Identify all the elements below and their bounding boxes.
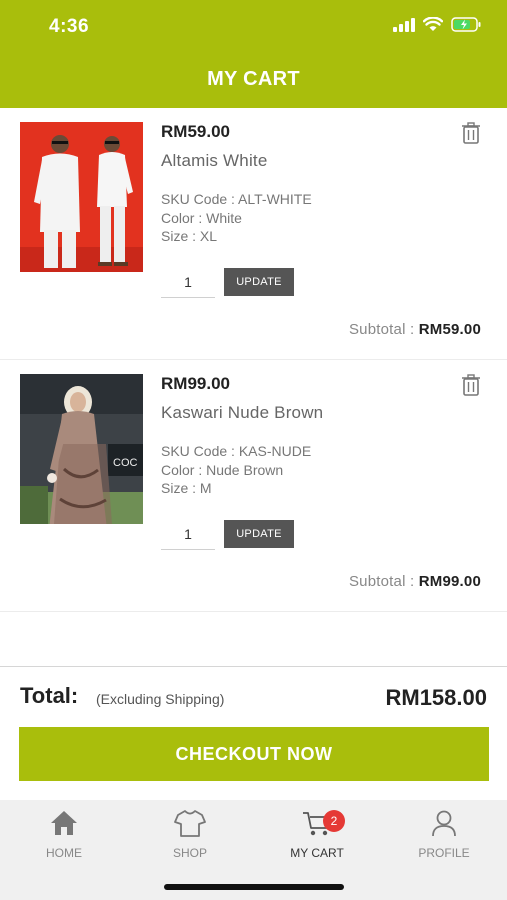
product-image[interactable]: [20, 122, 143, 272]
tab-shop-label: SHOP: [172, 846, 207, 860]
home-icon: [4, 806, 124, 840]
cart-item: COC RM99.00 Kaswari Nude Brown SKU Code …: [0, 360, 507, 612]
item-size: Size : XL: [161, 228, 218, 244]
update-button[interactable]: UPDATE: [224, 520, 294, 548]
shirt-icon: [130, 806, 250, 840]
cart-count-badge: 2: [323, 810, 345, 832]
item-sku: SKU Code : ALT-WHITE: [161, 191, 312, 207]
quantity-input[interactable]: [161, 266, 215, 298]
item-color: Color : White: [161, 209, 242, 226]
status-time: 4:36: [49, 16, 90, 37]
subtotal-label: Subtotal :: [348, 573, 415, 590]
battery-icon: [451, 17, 481, 37]
signal-icon: [393, 17, 415, 37]
cart-summary: Total: (Excluding Shipping) RM158.00 CHE…: [0, 666, 507, 800]
tab-cart-label: MY CART: [290, 846, 344, 860]
profile-icon: [384, 806, 504, 840]
item-subtotal: Subtotal : RM59.00: [349, 321, 481, 338]
wifi-icon: [422, 16, 444, 37]
tab-home-label: HOME: [46, 846, 82, 860]
subtotal-value: RM99.00: [418, 573, 481, 590]
tab-profile[interactable]: PROFILE: [384, 806, 504, 860]
trash-icon[interactable]: [461, 374, 481, 401]
item-details: SKU Code : KAS-NUDE Color : Nude Brown S…: [161, 442, 311, 498]
item-name[interactable]: Kaswari Nude Brown: [161, 403, 323, 423]
page-title: MY CART: [207, 68, 300, 90]
tab-home[interactable]: HOME: [4, 806, 124, 860]
subtotal-label: Subtotal :: [348, 321, 415, 338]
item-subtotal: Subtotal : RM99.00: [349, 573, 481, 590]
cart-icon: [257, 806, 377, 840]
checkout-button[interactable]: CHECKOUT NOW: [19, 727, 489, 781]
svg-text:COC: COC: [113, 457, 138, 469]
subtotal-value: RM59.00: [418, 321, 481, 338]
update-button[interactable]: UPDATE: [224, 268, 294, 296]
item-details: SKU Code : ALT-WHITE Color : White Size …: [161, 190, 312, 246]
item-name[interactable]: Altamis White: [161, 151, 268, 171]
tab-profile-label: PROFILE: [418, 846, 470, 860]
item-price: RM59.00: [161, 122, 230, 141]
app-header: 4:36 MY CART: [0, 0, 507, 108]
tab-cart[interactable]: 2 MY CART: [257, 806, 377, 860]
item-color: Color : Nude Brown: [161, 461, 284, 478]
item-price: RM99.00: [161, 374, 230, 393]
total-label: Total:: [20, 683, 79, 708]
cart-item: RM59.00 Altamis White SKU Code : ALT-WHI…: [0, 108, 507, 360]
total-note: (Excluding Shipping): [96, 691, 225, 707]
status-icons: [393, 16, 481, 37]
total-amount: RM158.00: [385, 685, 487, 710]
trash-icon[interactable]: [461, 122, 481, 149]
quantity-input[interactable]: [161, 518, 215, 550]
product-image[interactable]: COC: [20, 374, 143, 524]
tab-shop[interactable]: SHOP: [130, 806, 250, 860]
home-indicator: [164, 884, 344, 890]
item-size: Size : M: [161, 480, 212, 496]
item-sku: SKU Code : KAS-NUDE: [161, 443, 312, 459]
